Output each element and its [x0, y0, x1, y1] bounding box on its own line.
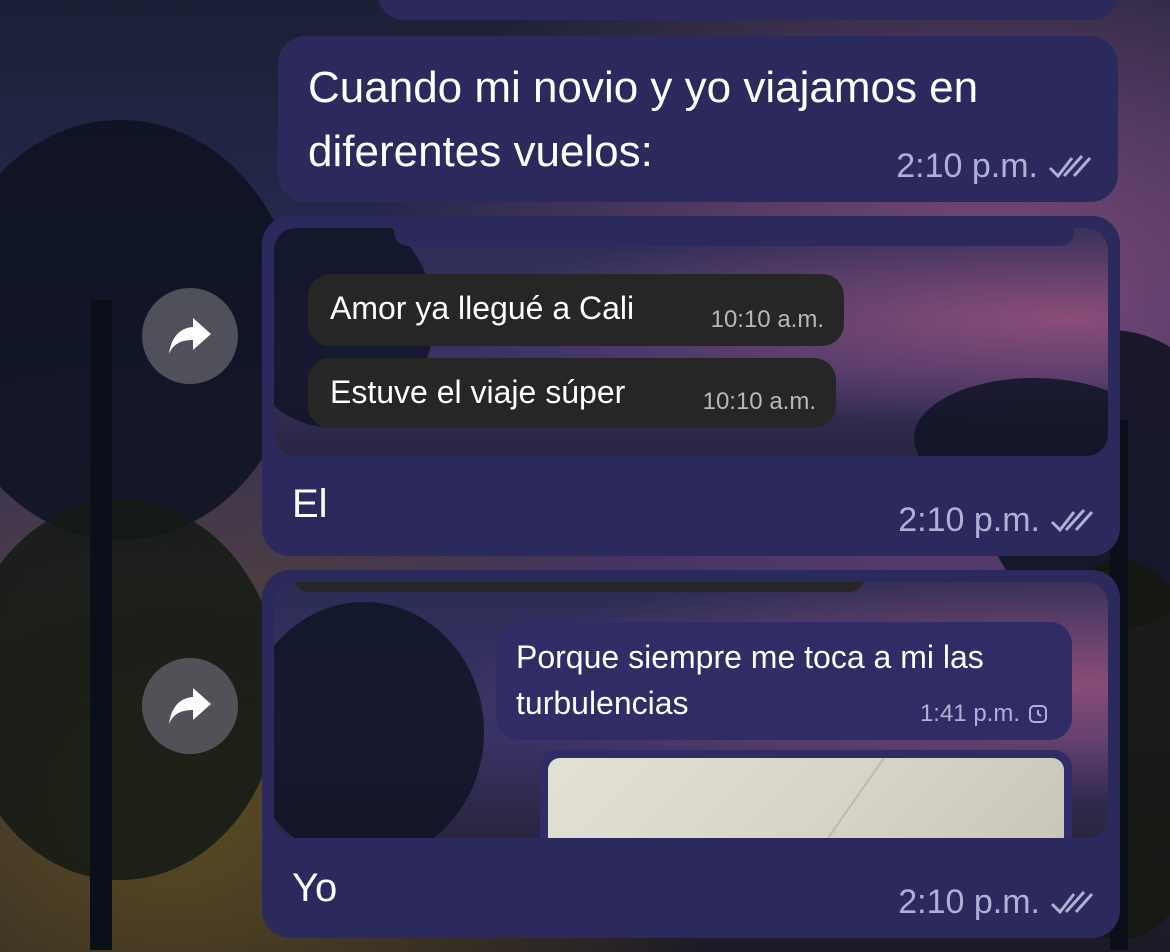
message-meta: 2:10 p.m. — [898, 501, 1094, 540]
screenshot-message: Porque siempre me toca a mi las turbulen… — [496, 622, 1072, 740]
screenshot-message-text: Amor ya llegué a Cali — [330, 290, 635, 326]
screenshot-message: Amor ya llegué a Cali 10:10 a.m. — [308, 274, 844, 346]
screenshot-message-time: 10:10 a.m. — [710, 306, 824, 333]
forward-icon — [169, 688, 211, 724]
clock-icon — [1029, 705, 1047, 723]
screenshot-message-text: Estuve el viaje súper — [330, 374, 626, 410]
double-check-icon — [1050, 890, 1094, 914]
screenshot-photo-frame — [540, 750, 1072, 838]
message-bubble-image[interactable]: Amor ya llegué a Cali 10:10 a.m. Estuve … — [262, 216, 1120, 556]
screenshot-top-bar — [294, 582, 864, 592]
screenshot-photo — [548, 758, 1064, 838]
screenshot-image[interactable]: Porque siempre me toca a mi las turbulen… — [274, 582, 1108, 838]
message-bubble-image[interactable]: Porque siempre me toca a mi las turbulen… — [262, 570, 1120, 938]
message-meta: 2:10 p.m. — [898, 883, 1094, 922]
message-caption: Yo — [292, 866, 338, 910]
message-meta: 2:10 p.m. — [896, 147, 1092, 186]
double-check-icon — [1048, 154, 1092, 178]
screenshot-message-time: 10:10 a.m. — [702, 388, 816, 415]
screenshot-top-bar — [394, 228, 1074, 246]
forward-icon — [169, 318, 211, 354]
message-bubble-text[interactable]: Cuando mi novio y yo viajamos en diferen… — [278, 36, 1118, 202]
forward-button[interactable] — [142, 288, 238, 384]
double-check-icon — [1050, 508, 1094, 532]
forward-button[interactable] — [142, 658, 238, 754]
screenshot-image[interactable]: Amor ya llegué a Cali 10:10 a.m. Estuve … — [274, 228, 1108, 456]
message-time: 2:10 p.m. — [896, 147, 1038, 185]
screenshot-message-time: 1:41 p.m. — [919, 700, 1020, 727]
screenshot-message: Estuve el viaje súper 10:10 a.m. — [308, 358, 836, 428]
message-time: 2:10 p.m. — [898, 501, 1040, 539]
screenshot-message-meta: 1:41 p.m. — [920, 700, 1048, 728]
message-caption: El — [292, 482, 328, 526]
previous-message-edge — [378, 0, 1118, 20]
message-time: 2:10 p.m. — [898, 883, 1040, 921]
